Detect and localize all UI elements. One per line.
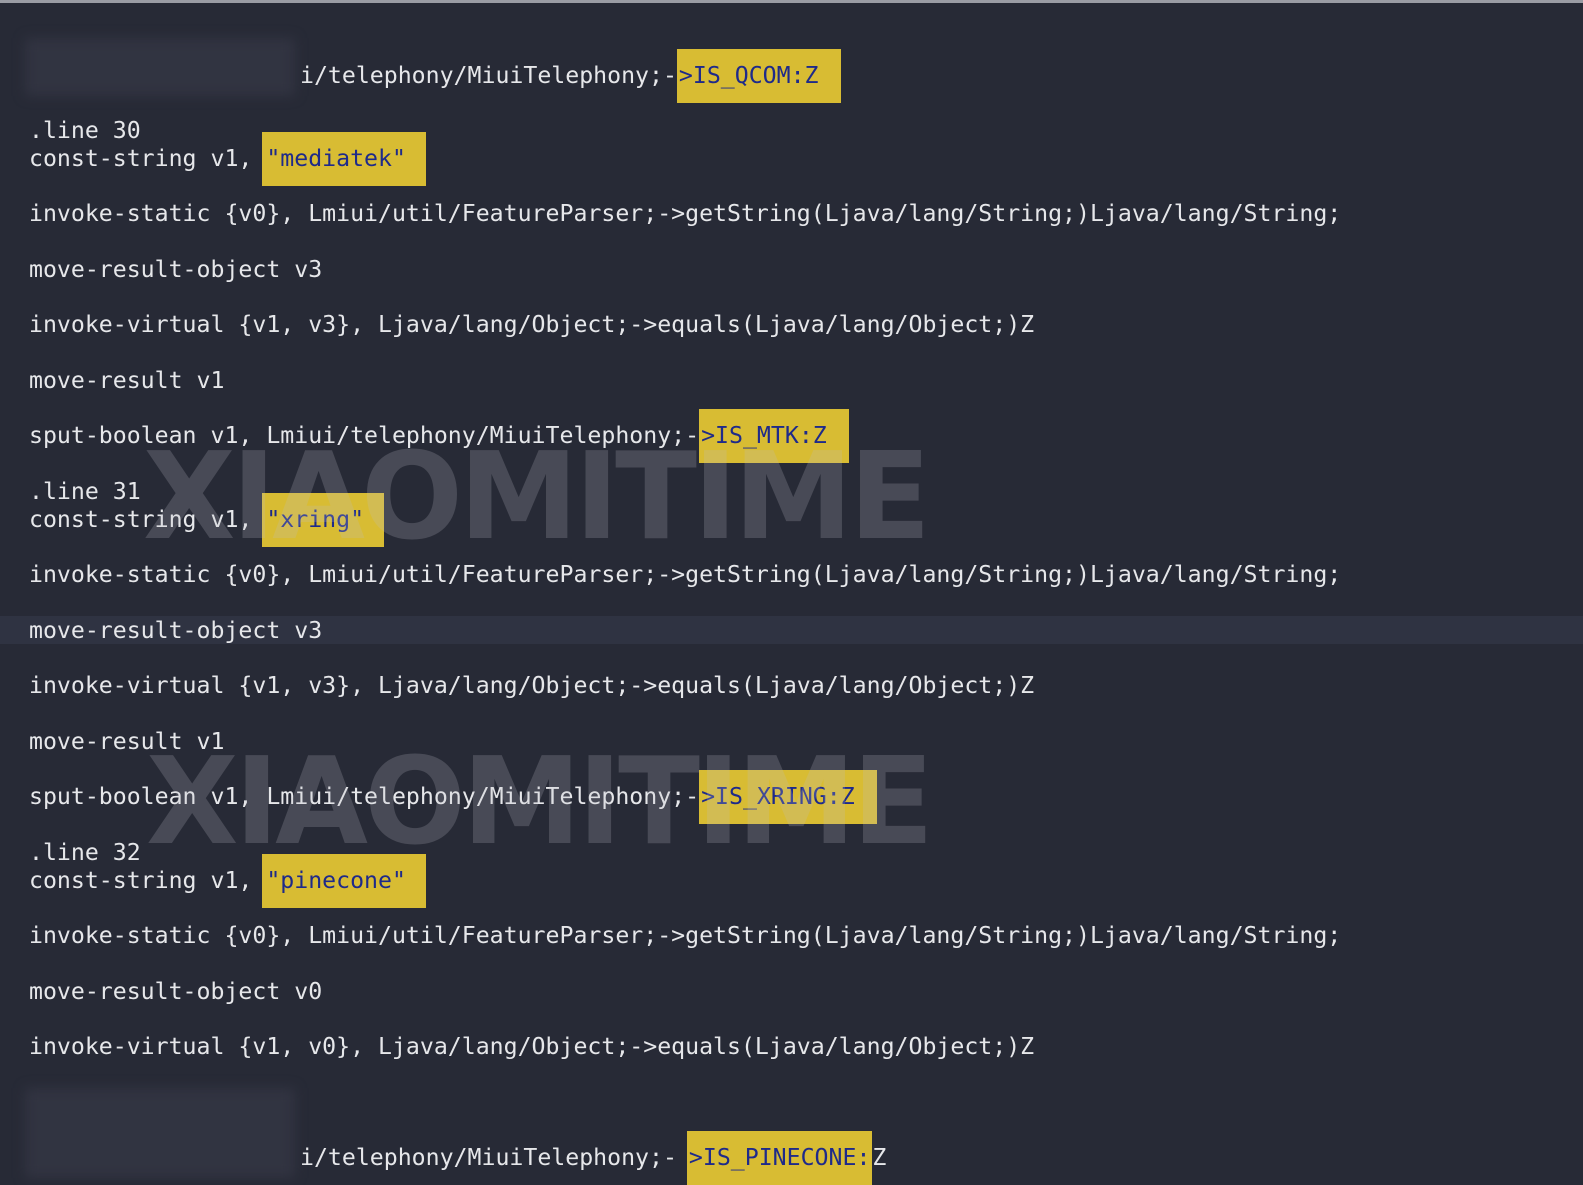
highlighted-field: >IS_MTK:Z (699, 409, 849, 463)
code-text: i/telephony/MiuiTelephony;- (300, 1144, 677, 1171)
code-text: invoke-static {v0}, Lmiui/util/FeaturePa… (29, 200, 1342, 227)
code-line[interactable]: move-result-object v3 (29, 616, 322, 646)
highlighted-field: >IS_QCOM:Z (676, 49, 841, 103)
code-text: sput-boolean v1, Lmiui/telephony/MiuiTel… (29, 422, 700, 449)
code-line[interactable]: move-result-object v3 (29, 255, 322, 285)
code-line[interactable]: invoke-virtual {v1, v3}, Ljava/lang/Obje… (29, 671, 1034, 701)
highlighted-field: >IS_PINECONE: (686, 1131, 873, 1185)
code-text: move-result-object v3 (29, 617, 323, 644)
code-text: Z (872, 1144, 887, 1171)
code-line[interactable]: invoke-static {v0}, Lmiui/util/FeaturePa… (29, 560, 1341, 590)
code-text: const-string v1, (29, 867, 267, 894)
code-line[interactable]: i/telephony/MiuiTelephony;- >IS_PINECONE:… (300, 1131, 887, 1185)
code-text: invoke-virtual {v1, v3}, Ljava/lang/Obje… (29, 672, 1035, 699)
code-text: .line 31 (29, 478, 141, 505)
code-text: move-result-object v0 (29, 978, 323, 1005)
code-line[interactable]: const-string v1, "pinecone" (29, 854, 426, 908)
code-line[interactable]: sput-boolean v1, Lmiui/telephony/MiuiTel… (29, 409, 849, 463)
code-line[interactable]: sput-boolean v1, Lmiui/telephony/MiuiTel… (29, 770, 877, 824)
code-line[interactable]: i/telephony/MiuiTelephony;->IS_QCOM:Z (300, 49, 841, 103)
code-text: const-string v1, (29, 506, 267, 533)
code-text: move-result v1 (29, 728, 225, 755)
highlighted-string: "mediatek" (262, 132, 426, 186)
code-line[interactable]: invoke-static {v0}, Lmiui/util/FeaturePa… (29, 921, 1341, 951)
code-line[interactable]: invoke-virtual {v1, v0}, Ljava/lang/Obje… (29, 1032, 1034, 1062)
code-text: .line 32 (29, 839, 141, 866)
code-line[interactable]: move-result v1 (29, 366, 224, 396)
code-line[interactable]: invoke-virtual {v1, v3}, Ljava/lang/Obje… (29, 310, 1034, 340)
redacted-region-top (25, 38, 295, 96)
code-text: sput-boolean v1, Lmiui/telephony/MiuiTel… (29, 783, 700, 810)
code-line[interactable]: .line 31 (29, 477, 141, 507)
code-text: invoke-virtual {v1, v0}, Ljava/lang/Obje… (29, 1033, 1035, 1060)
code-text: i/telephony/MiuiTelephony;- (300, 62, 677, 89)
code-text: const-string v1, (29, 145, 267, 172)
code-line[interactable]: const-string v1, "mediatek" (29, 132, 426, 186)
code-text: invoke-static {v0}, Lmiui/util/FeaturePa… (29, 922, 1342, 949)
code-text: invoke-static {v0}, Lmiui/util/FeaturePa… (29, 561, 1342, 588)
redacted-region-bottom (25, 1088, 295, 1178)
code-line[interactable]: const-string v1, "xring" (29, 493, 385, 547)
code-text: .line 30 (29, 117, 141, 144)
highlighted-string: "xring" (262, 493, 385, 547)
highlighted-string: "pinecone" (262, 854, 426, 908)
code-text: move-result-object v3 (29, 256, 323, 283)
code-text: move-result v1 (29, 367, 225, 394)
code-line[interactable]: invoke-static {v0}, Lmiui/util/FeaturePa… (29, 199, 1341, 229)
code-line[interactable]: .line 32 (29, 838, 141, 868)
code-line[interactable]: move-result v1 (29, 727, 224, 757)
code-line[interactable]: .line 30 (29, 116, 141, 146)
code-editor[interactable]: i/telephony/MiuiTelephony;->IS_QCOM:Z .l… (0, 0, 1583, 1185)
code-line[interactable]: move-result-object v0 (29, 977, 322, 1007)
highlighted-field: >IS_XRING:Z (699, 770, 877, 824)
code-text: invoke-virtual {v1, v3}, Ljava/lang/Obje… (29, 311, 1035, 338)
